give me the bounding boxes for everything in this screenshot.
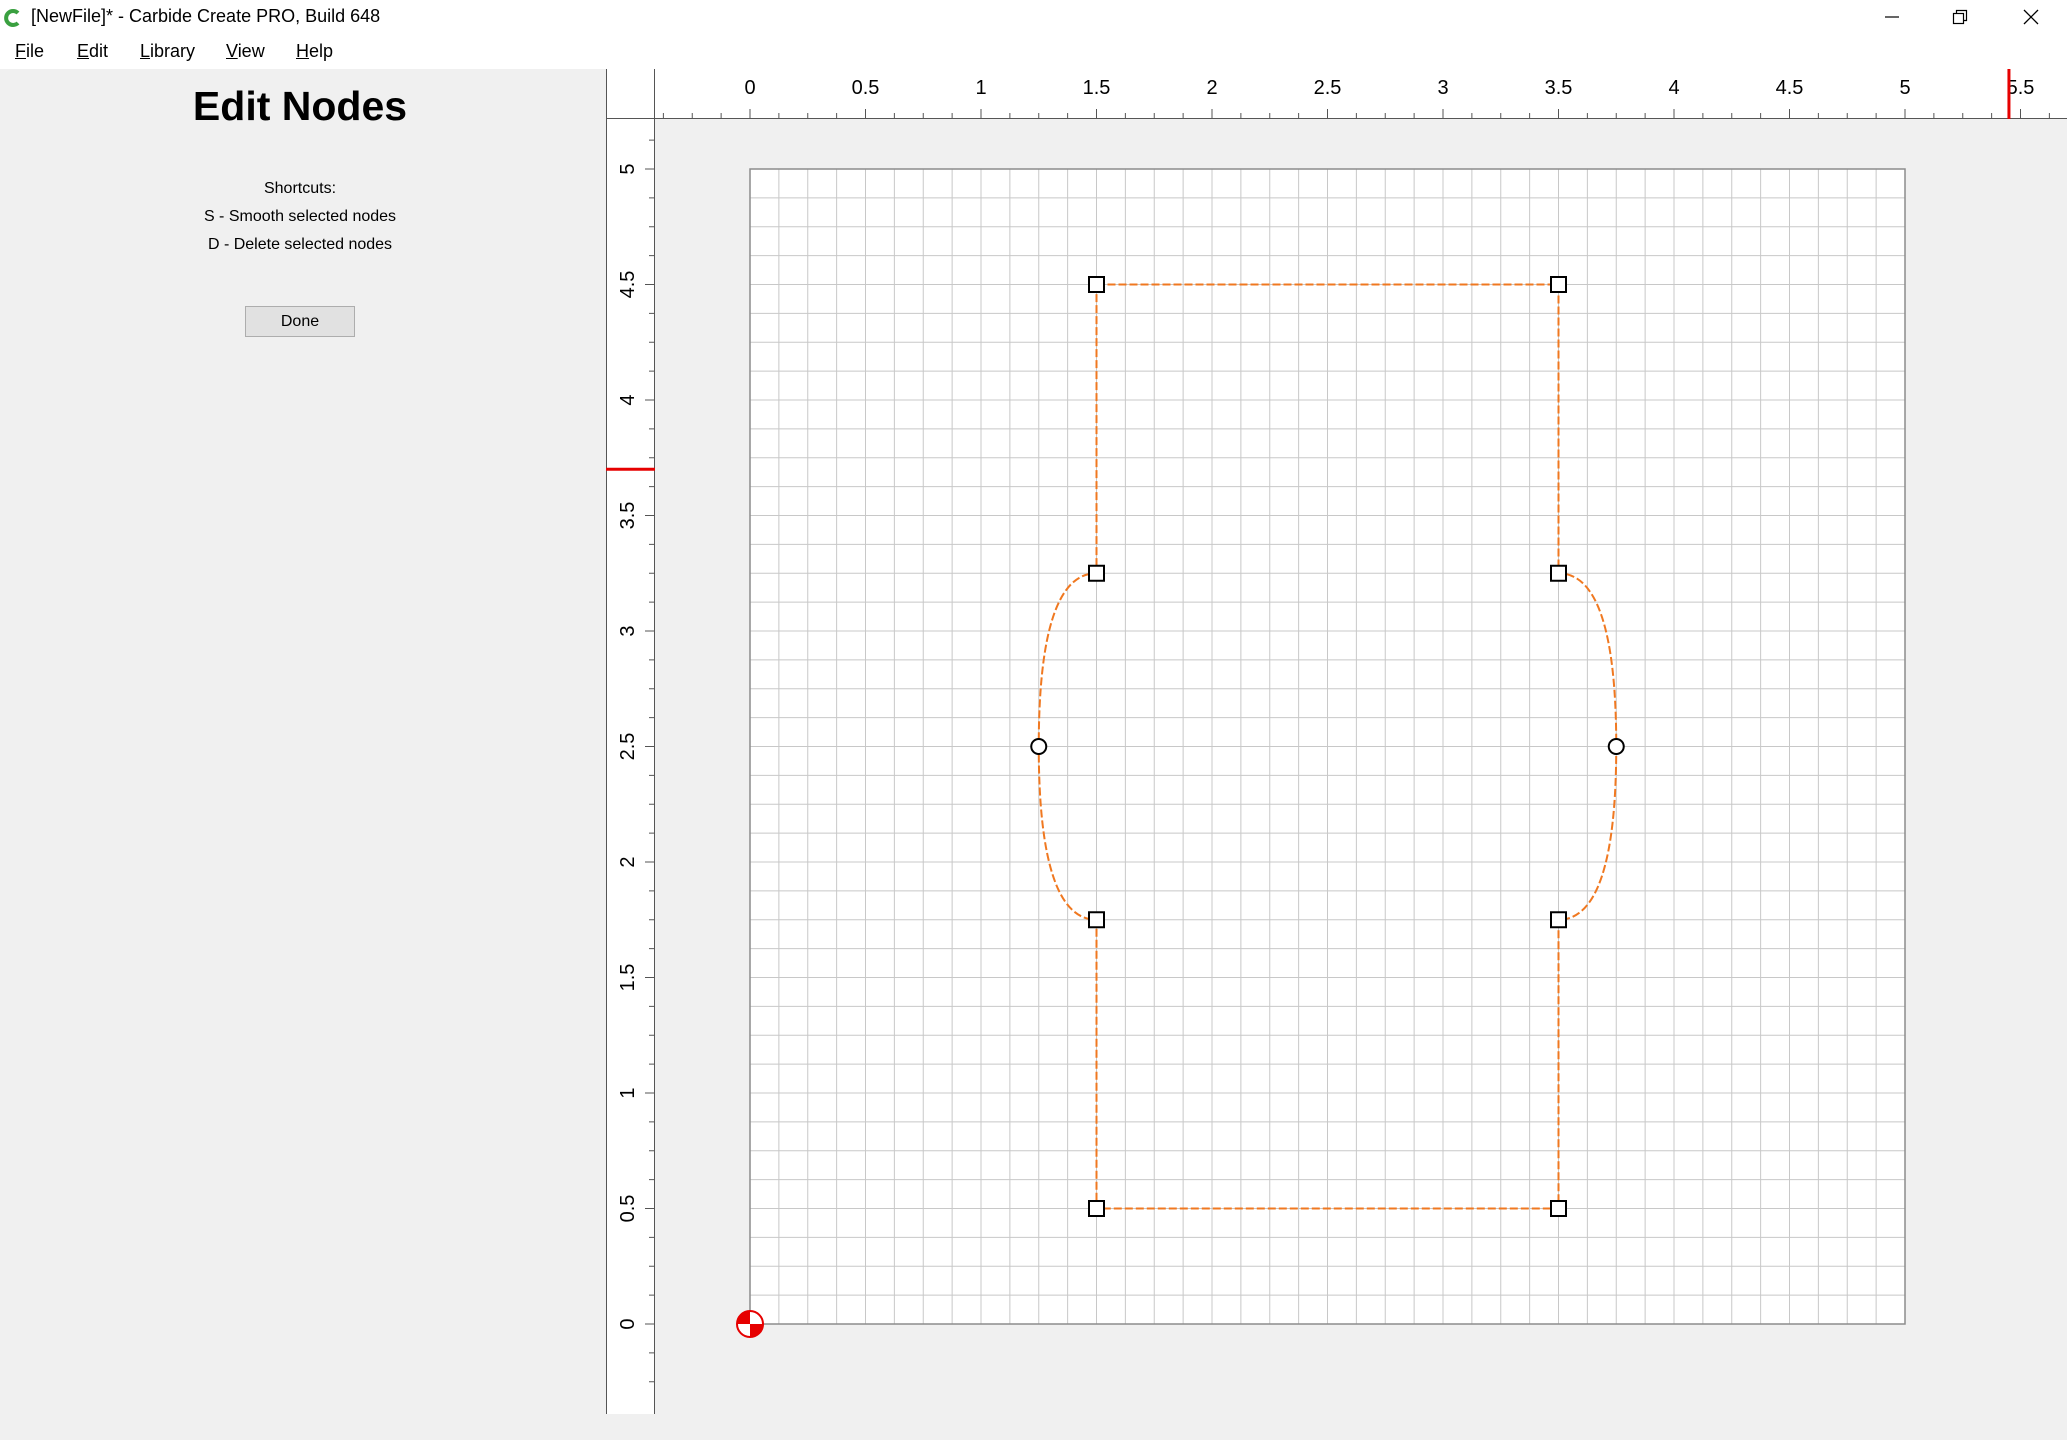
corner-node-handle[interactable] — [1088, 1200, 1105, 1217]
origin-layer — [736, 1310, 764, 1338]
corner-node-handle[interactable] — [1088, 564, 1105, 582]
v-ruler-label: 0 — [617, 1318, 639, 1329]
h-ruler-label: 0.5 — [852, 77, 880, 99]
menu-library[interactable]: Library — [140, 41, 195, 62]
menu-edit[interactable]: Edit — [77, 41, 108, 62]
design-canvas[interactable]: 0 0.5 1 1.5 2 2.5 3 3.5 4 4.5 5 5.5 0 0.5 1 1.5 2 2.5 3 3.… — [606, 69, 2067, 1440]
v-ruler-label: 2.5 — [617, 733, 639, 761]
v-ruler-label: 3.5 — [617, 502, 639, 530]
menu-view[interactable]: View — [226, 41, 265, 62]
smooth-node-handle[interactable] — [1607, 738, 1625, 755]
carbide-logo-icon — [4, 9, 20, 27]
origin-marker-icon — [736, 1310, 764, 1338]
corner-node-handle[interactable] — [1550, 911, 1567, 929]
h-ruler-label: 2 — [1206, 77, 1217, 99]
shortcut-smooth: S - Smooth selected nodes — [203, 208, 397, 225]
corner-node-handle[interactable] — [1088, 276, 1105, 293]
h-ruler-label: 0 — [744, 77, 755, 99]
vertical-ruler[interactable]: 0 0.5 1 1.5 2 2.5 3 3.5 4 4.5 5 — [606, 69, 655, 1414]
corner-node-handle[interactable] — [1550, 276, 1567, 293]
v-ruler-label: 0.5 — [617, 1195, 639, 1223]
edit-nodes-panel: Edit Nodes Shortcuts: S - Smooth selecte… — [0, 69, 606, 1440]
h-ruler-label: 5 — [1899, 77, 1910, 99]
corner-node-handle[interactable] — [1550, 564, 1567, 582]
h-ruler-label: 3 — [1437, 77, 1448, 99]
v-ruler-label: 1.5 — [617, 964, 639, 992]
window-title: [NewFile]* - Carbide Create PRO, Build 6… — [31, 6, 381, 26]
title-bar: [NewFile]* - Carbide Create PRO, Build 6… — [0, 0, 2067, 36]
h-ruler-label: 4 — [1668, 77, 1679, 99]
h-ruler-label: 3.5 — [1545, 77, 1573, 99]
menu-file[interactable]: File — [15, 41, 44, 62]
v-ruler-label: 4 — [617, 394, 639, 405]
shortcuts-heading: Shortcuts: — [263, 180, 337, 197]
corner-node-handle[interactable] — [1088, 911, 1105, 929]
menu-help[interactable]: Help — [296, 41, 333, 62]
panel-title: Edit Nodes — [192, 83, 408, 129]
minimize-button[interactable] — [1858, 0, 1926, 34]
v-ruler-label: 4.5 — [617, 271, 639, 299]
workspace[interactable] — [749, 168, 1906, 1325]
restore-icon — [1952, 9, 1968, 25]
h-ruler-label: 4.5 — [1776, 77, 1804, 99]
corner-node-handle[interactable] — [1550, 1200, 1567, 1217]
horizontal-ruler[interactable]: 0 0.5 1 1.5 2 2.5 3 3.5 4 4.5 5 5.5 — [606, 69, 2067, 119]
done-button[interactable]: Done — [245, 306, 355, 337]
shortcut-delete: D - Delete selected nodes — [207, 236, 393, 253]
minimize-icon — [1885, 16, 1899, 18]
h-ruler-label: 2.5 — [1314, 77, 1342, 99]
v-ruler-label: 3 — [617, 625, 639, 636]
h-ruler-label: 1 — [975, 77, 986, 99]
restore-button[interactable] — [1926, 0, 1994, 34]
h-ruler-label: 1.5 — [1083, 77, 1111, 99]
menu-bar: File Edit Library View Help — [0, 36, 2067, 69]
close-icon — [2023, 9, 2039, 25]
v-ruler-label: 2 — [617, 856, 639, 867]
close-button[interactable] — [1997, 0, 2065, 34]
canvas-svg[interactable]: 0 0.5 1 1.5 2 2.5 3 3.5 4 4.5 5 5.5 0 0.5 1 1.5 2 2.5 3 3.… — [606, 69, 2067, 1440]
smooth-node-handle[interactable] — [1030, 738, 1048, 755]
v-ruler-label: 1 — [617, 1087, 639, 1098]
v-ruler-label: 5 — [617, 163, 639, 174]
h-ruler-label: 5.5 — [2007, 77, 2035, 99]
